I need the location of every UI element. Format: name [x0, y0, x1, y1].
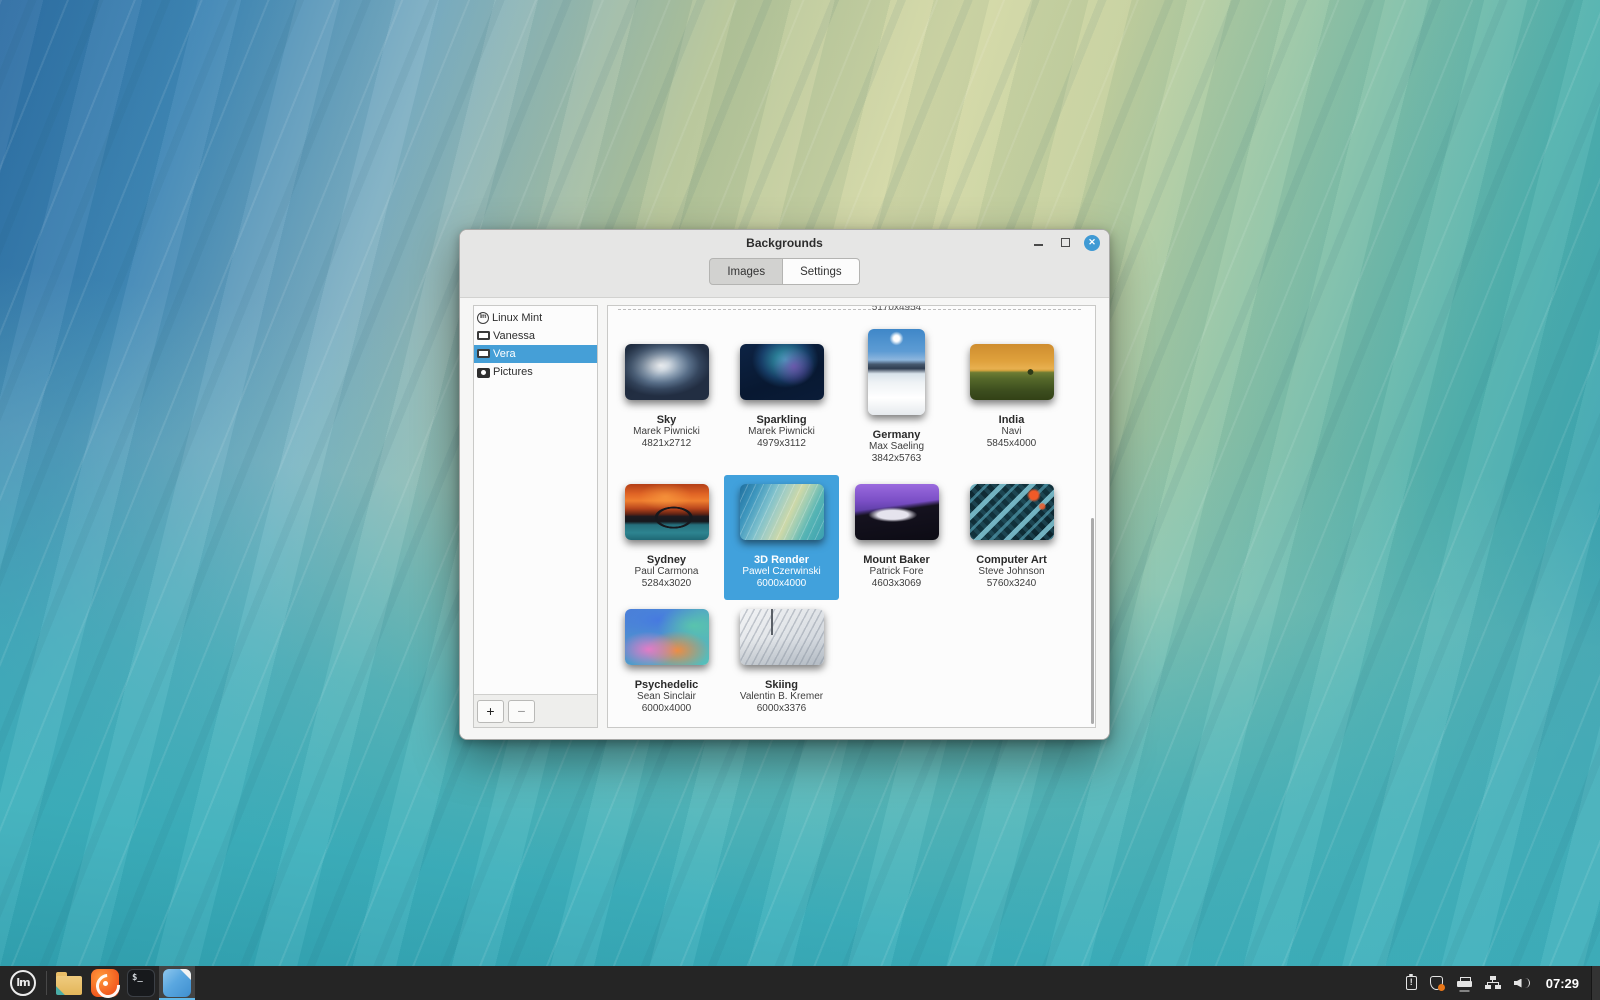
- maximize-icon: [1061, 238, 1070, 247]
- wallpaper-thumbnail: [868, 329, 925, 415]
- taskbar-apps: [51, 966, 195, 1000]
- close-icon: ✕: [1088, 238, 1096, 247]
- mint-logo-icon: [477, 312, 489, 324]
- wallpaper-computer-art[interactable]: Computer Art Steve Johnson 5760x3240: [954, 475, 1069, 600]
- window-titlebar[interactable]: Backgrounds ✕: [460, 230, 1109, 255]
- tab-settings[interactable]: Settings: [783, 258, 860, 285]
- tray-item-network[interactable]: [1485, 976, 1501, 990]
- sidebar-item-vanessa[interactable]: Vanessa: [474, 327, 597, 345]
- wallpaper-thumbnail: [855, 484, 939, 540]
- wallpaper-skiing[interactable]: Skiing Valentin B. Kremer 6000x3376: [724, 600, 839, 725]
- minimize-button[interactable]: [1030, 235, 1046, 251]
- wallpaper-thumbnail: [625, 484, 709, 540]
- taskbar: 07:29: [0, 966, 1600, 1000]
- monitor-icon: [477, 331, 490, 342]
- wallpaper-thumbnail: [970, 484, 1054, 540]
- firefox-icon: [91, 969, 119, 997]
- menu-button[interactable]: [0, 966, 46, 1000]
- sidebar-item-linux-mint[interactable]: Linux Mint: [474, 309, 597, 327]
- tray-item-updates[interactable]: [1430, 976, 1444, 990]
- add-folder-button[interactable]: +: [477, 700, 504, 723]
- terminal-icon: [127, 969, 155, 997]
- wallpaper-thumbnail: [625, 344, 709, 400]
- wallpaper-thumbnail: [740, 484, 824, 540]
- wallpaper-3d-render[interactable]: 3D Render Pawel Czerwinski 6000x4000: [724, 475, 839, 600]
- window-content: Linux Mint Vanessa Vera Pictures +: [460, 298, 1109, 740]
- window-title: Backgrounds: [460, 236, 1109, 250]
- source-list: Linux Mint Vanessa Vera Pictures: [474, 306, 597, 694]
- wallpaper-mount-baker[interactable]: Mount Baker Patrick Fore 4603x3069: [839, 475, 954, 600]
- sidebar-item-vera[interactable]: Vera: [474, 345, 597, 363]
- window-controls: ✕: [1030, 235, 1109, 251]
- clock[interactable]: 07:29: [1546, 976, 1579, 991]
- folder-icon: [56, 976, 82, 995]
- view-tabs: ImagesSettings: [460, 258, 1109, 297]
- wallpaper-grid: Sky Marek Piwnicki 4821x2712 Sparkling M…: [608, 306, 1095, 725]
- taskbar-right: 07:29: [1406, 966, 1600, 1000]
- wallpaper-india[interactable]: India Navi 5845x4000: [954, 335, 1069, 460]
- tab-images[interactable]: Images: [709, 258, 783, 285]
- taskbar-left: [0, 966, 195, 1000]
- backgrounds-window: Backgrounds ✕ ImagesSettings Linux Mint: [459, 229, 1110, 740]
- system-tray: [1406, 976, 1531, 990]
- wallpaper-psychedelic[interactable]: Psychedelic Sean Sinclair 6000x4000: [609, 600, 724, 725]
- volume-icon: [1514, 976, 1531, 990]
- show-desktop-button[interactable]: [1591, 966, 1600, 1000]
- taskbar-app-backgrounds[interactable]: [159, 966, 195, 1000]
- network-icon: [1485, 976, 1501, 990]
- partial-resolution-label: 5170x4954: [839, 305, 954, 313]
- wallpaper-sydney[interactable]: Sydney Paul Carmona 5284x3020: [609, 475, 724, 600]
- sidebar-item-pictures[interactable]: Pictures: [474, 363, 597, 381]
- close-button[interactable]: ✕: [1084, 235, 1100, 251]
- taskbar-app-terminal[interactable]: [123, 966, 159, 1000]
- shield-update-icon: [1430, 976, 1444, 990]
- tray-item-report[interactable]: [1406, 976, 1417, 990]
- wallpaper-thumbnail: [740, 609, 824, 665]
- mint-logo-icon: [10, 970, 36, 996]
- gallery-scrollbar[interactable]: [1091, 518, 1094, 724]
- window-header: Backgrounds ✕ ImagesSettings: [460, 230, 1109, 298]
- taskbar-separator: [46, 971, 47, 995]
- camera-icon: [477, 368, 490, 378]
- taskbar-app-firefox[interactable]: [87, 966, 123, 1000]
- wallpaper-sky[interactable]: Sky Marek Piwnicki 4821x2712: [609, 335, 724, 460]
- minimize-icon: [1034, 244, 1043, 246]
- image-icon: [163, 969, 191, 997]
- taskbar-app-file-manager[interactable]: [51, 966, 87, 1000]
- wallpaper-sparkling[interactable]: Sparkling Marek Piwnicki 4979x3112: [724, 335, 839, 460]
- report-icon: [1406, 976, 1417, 990]
- desktop-wallpaper: Backgrounds ✕ ImagesSettings Linux Mint: [0, 0, 1600, 1000]
- remove-folder-button[interactable]: −: [508, 700, 535, 723]
- printer-icon: [1457, 977, 1472, 990]
- sources-panel: Linux Mint Vanessa Vera Pictures +: [473, 305, 598, 728]
- wallpaper-germany[interactable]: Germany Max Saeling 3842x5763: [839, 320, 954, 475]
- wallpaper-gallery: 5170x4954 Sky Marek Piwnicki 4821x2712 S…: [607, 305, 1096, 728]
- wallpaper-thumbnail: [740, 344, 824, 400]
- source-toolbar: + −: [474, 694, 597, 727]
- tray-item-volume[interactable]: [1514, 976, 1531, 990]
- wallpaper-thumbnail: [625, 609, 709, 665]
- maximize-button[interactable]: [1057, 235, 1073, 251]
- wallpaper-thumbnail: [970, 344, 1054, 400]
- monitor-icon: [477, 349, 490, 360]
- tray-item-printer[interactable]: [1457, 977, 1472, 990]
